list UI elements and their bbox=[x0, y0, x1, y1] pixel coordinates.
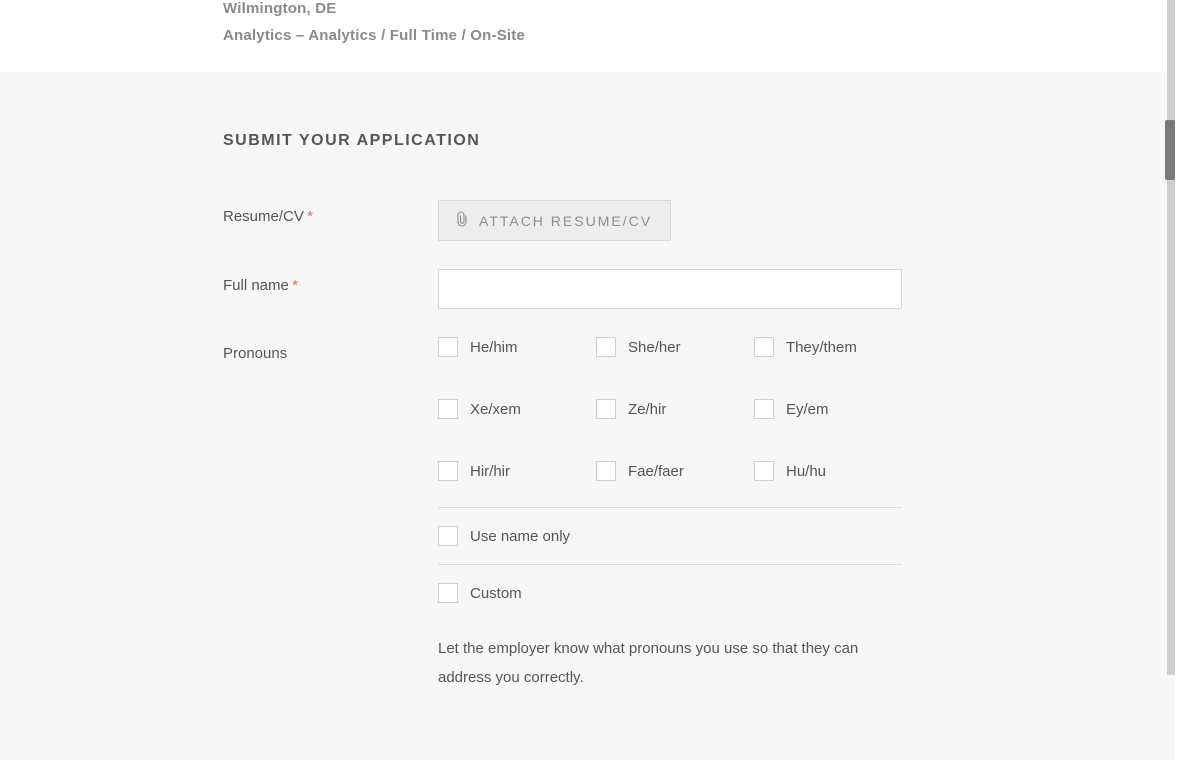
scrollbar-track[interactable] bbox=[1167, 0, 1175, 675]
pronoun-option-label: Custom bbox=[470, 585, 522, 602]
attach-resume-label: ATTACH RESUME/CV bbox=[479, 213, 652, 229]
checkbox-icon bbox=[596, 399, 616, 419]
pronoun-option[interactable]: Xe/xem bbox=[438, 399, 586, 419]
fullname-row: Full name * bbox=[223, 269, 1175, 309]
resume-label-text: Resume/CV bbox=[223, 208, 304, 225]
pronoun-option-label: Hu/hu bbox=[786, 463, 826, 480]
job-header: Wilmington, DE Analytics – Analytics / F… bbox=[0, 0, 1175, 72]
pronoun-option[interactable]: Ey/em bbox=[754, 399, 902, 419]
pronoun-option-label: He/him bbox=[470, 339, 518, 356]
fullname-input[interactable] bbox=[438, 269, 902, 309]
scrollbar-thumb[interactable] bbox=[1165, 120, 1175, 180]
checkbox-icon bbox=[754, 399, 774, 419]
pronoun-option-label: They/them bbox=[786, 339, 857, 356]
pronoun-option[interactable]: He/him bbox=[438, 337, 586, 357]
pronoun-option-label: Fae/faer bbox=[628, 463, 684, 480]
checkbox-icon bbox=[438, 337, 458, 357]
paperclip-icon bbox=[457, 211, 469, 230]
checkbox-icon bbox=[596, 461, 616, 481]
attach-resume-button[interactable]: ATTACH RESUME/CV bbox=[438, 200, 671, 241]
pronoun-option-label: Use name only bbox=[470, 528, 570, 545]
checkbox-icon bbox=[438, 461, 458, 481]
checkbox-icon bbox=[438, 399, 458, 419]
pronouns-row: Pronouns He/him She/her They/them Xe/xem… bbox=[223, 337, 1175, 692]
checkbox-icon bbox=[754, 461, 774, 481]
pronoun-option[interactable]: Ze/hir bbox=[596, 399, 744, 419]
resume-row: Resume/CV * ATTACH RESUME/CV bbox=[223, 200, 1175, 241]
required-asterisk: * bbox=[291, 277, 298, 294]
job-location: Wilmington, DE bbox=[223, 0, 1175, 17]
pronoun-option[interactable]: Hu/hu bbox=[754, 461, 902, 481]
pronoun-custom[interactable]: Custom bbox=[438, 583, 522, 603]
pronoun-grid: He/him She/her They/them Xe/xem Ze/hir E… bbox=[438, 337, 902, 507]
fullname-label: Full name * bbox=[223, 269, 438, 294]
section-title: SUBMIT YOUR APPLICATION bbox=[223, 132, 1175, 150]
required-asterisk: * bbox=[306, 208, 313, 225]
application-form: SUBMIT YOUR APPLICATION Resume/CV * ATTA… bbox=[0, 72, 1175, 760]
pronoun-option-label: Ze/hir bbox=[628, 401, 666, 418]
pronoun-option-label: She/her bbox=[628, 339, 681, 356]
checkbox-icon bbox=[596, 337, 616, 357]
checkbox-icon bbox=[754, 337, 774, 357]
pronoun-help-text: Let the employer know what pronouns you … bbox=[438, 635, 878, 692]
pronoun-option-label: Hir/hir bbox=[470, 463, 510, 480]
job-breadcrumb: Analytics – Analytics / Full Time / On-S… bbox=[223, 27, 1175, 44]
pronoun-option[interactable]: They/them bbox=[754, 337, 902, 357]
checkbox-icon bbox=[438, 526, 458, 546]
resume-label: Resume/CV * bbox=[223, 200, 438, 225]
pronouns-label: Pronouns bbox=[223, 337, 438, 362]
fullname-label-text: Full name bbox=[223, 277, 289, 294]
pronoun-option[interactable]: She/her bbox=[596, 337, 744, 357]
checkbox-icon bbox=[438, 583, 458, 603]
pronoun-option[interactable]: Hir/hir bbox=[438, 461, 586, 481]
pronoun-option-label: Xe/xem bbox=[470, 401, 521, 418]
pronoun-option-label: Ey/em bbox=[786, 401, 829, 418]
pronoun-option[interactable]: Fae/faer bbox=[596, 461, 744, 481]
pronoun-use-name-only[interactable]: Use name only bbox=[438, 526, 570, 546]
